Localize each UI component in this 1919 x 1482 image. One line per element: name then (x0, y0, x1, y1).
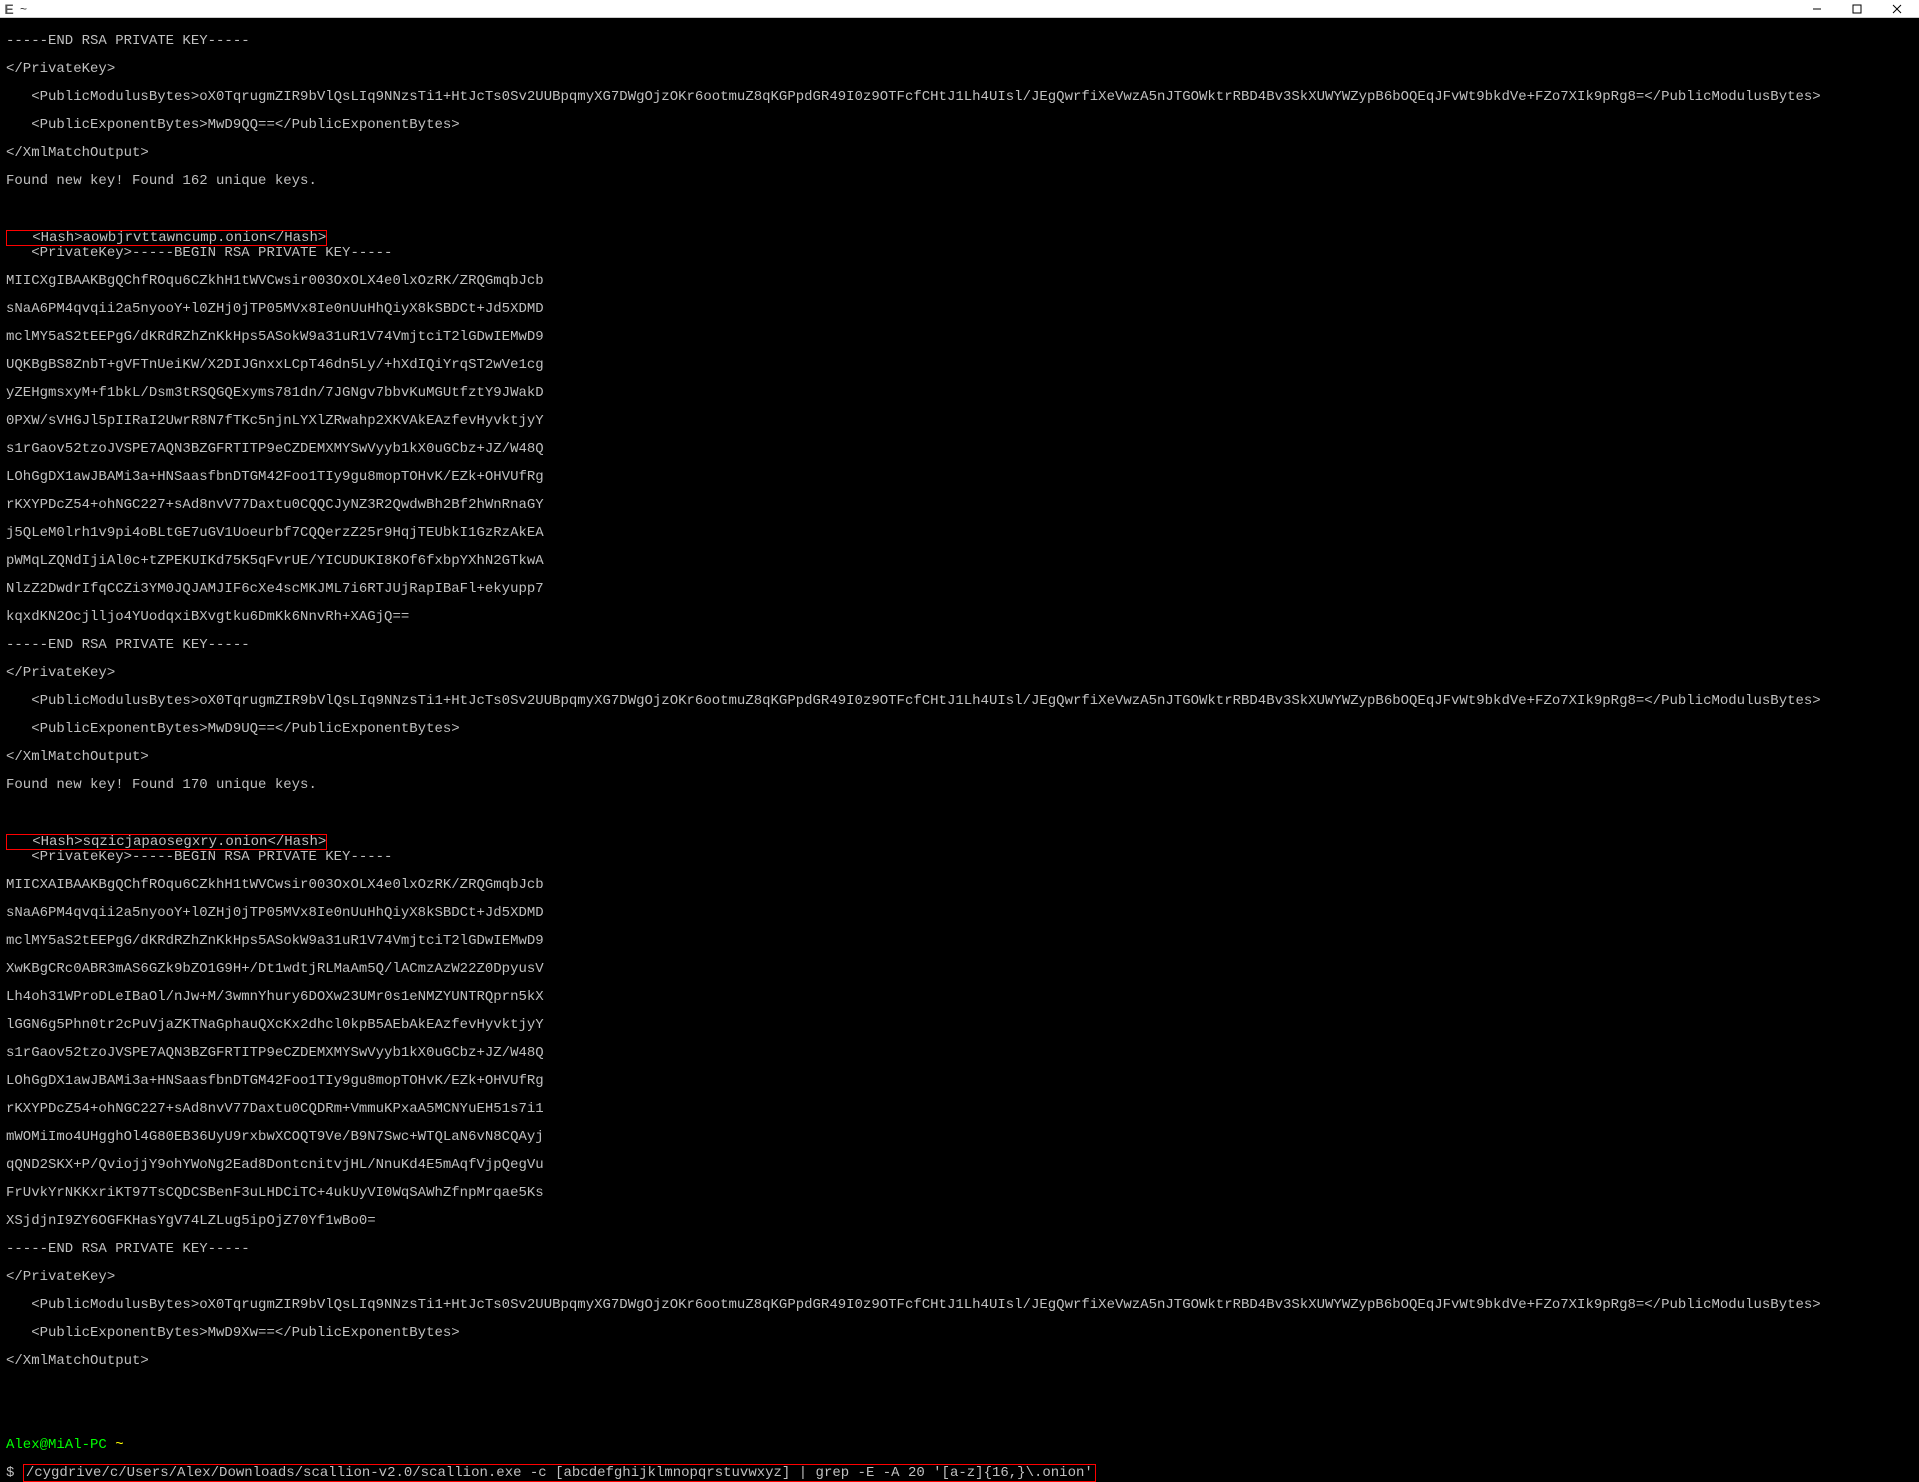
output-line: sNaA6PM4qvqii2a5nyooY+l0ZHj0jTP05MVx8Ie0… (6, 302, 1913, 316)
output-line: <PublicExponentBytes>MwD9QQ==</PublicExp… (6, 118, 1913, 132)
output-line: j5QLeM0lrh1v9pi4oBLtGE7uGV1Uoeurbf7CQQer… (6, 526, 1913, 540)
output-line: -----END RSA PRIVATE KEY----- (6, 34, 1913, 48)
output-line: XSjdjnI9ZY6OGFKHasYgV74LZLug5ipOjZ70Yf1w… (6, 1214, 1913, 1228)
onion-hash-highlight: <Hash>aowbjrvttawncump.onion</Hash> (6, 230, 327, 246)
output-line: </PrivateKey> (6, 666, 1913, 680)
output-line: rKXYPDcZ54+ohNGC227+sAd8nvV77Daxtu0CQQCJ… (6, 498, 1913, 512)
output-line: FrUvkYrNKKxriKT97TsCQDCSBenF3uLHDCiTC+4u… (6, 1186, 1913, 1200)
blank-line (6, 1410, 1913, 1424)
output-line: -----END RSA PRIVATE KEY----- (6, 1242, 1913, 1256)
prompt-user-host: Alex@MiAl-PC (6, 1437, 107, 1453)
output-line: yZEHgmsxyM+f1bkL/Dsm3tRSQGQExyms781dn/7J… (6, 386, 1913, 400)
output-line: </XmlMatchOutput> (6, 750, 1913, 764)
output-line: <PublicModulusBytes>oX0TqrugmZIR9bVlQsLI… (6, 1298, 1913, 1312)
app-icon: E (2, 2, 16, 16)
close-button[interactable] (1877, 1, 1917, 17)
output-line: Found new key! Found 170 unique keys. (6, 778, 1913, 792)
output-line: s1rGaov52tzoJVSPE7AQN3BZGFRTITP9eCZDEMXM… (6, 442, 1913, 456)
output-line: </PrivateKey> (6, 62, 1913, 76)
output-line: mclMY5aS2tEEPgG/dKRdRZhZnKkHps5ASokW9a31… (6, 934, 1913, 948)
prompt-line: Alex@MiAl-PC ~ (6, 1438, 1913, 1452)
output-line: pWMqLZQNdIjiAl0c+tZPEKUIKd75K5qFvrUE/YIC… (6, 554, 1913, 568)
output-line: mclMY5aS2tEEPgG/dKRdRZhZnKkHps5ASokW9a31… (6, 330, 1913, 344)
maximize-button[interactable] (1837, 1, 1877, 17)
command-highlight: /cygdrive/c/Users/Alex/Downloads/scallio… (23, 1464, 1096, 1482)
output-line: </XmlMatchOutput> (6, 146, 1913, 160)
output-line: mWOMiImo4UHgghOl4G80EB36UyU9rxbwXCOQT9Ve… (6, 1130, 1913, 1144)
output-line: <PublicExponentBytes>MwD9Xw==</PublicExp… (6, 1326, 1913, 1340)
window-titlebar: E ~ (0, 0, 1919, 18)
output-line: LOhGgDX1awJBAMi3a+HNSaasfbnDTGM42Foo1TIy… (6, 470, 1913, 484)
output-line: MIICXAIBAAKBgQChfROqu6CZkhH1tWVCwsir003O… (6, 878, 1913, 892)
blank-line (6, 806, 1913, 820)
blank-line (6, 202, 1913, 216)
output-line: sNaA6PM4qvqii2a5nyooY+l0ZHj0jTP05MVx8Ie0… (6, 906, 1913, 920)
output-line: XwKBgCRc0ABR3mAS6GZk9bZO1G9H+/Dt1wdtjRLM… (6, 962, 1913, 976)
output-line: MIICXgIBAAKBgQChfROqu6CZkhH1tWVCwsir003O… (6, 274, 1913, 288)
output-line: </XmlMatchOutput> (6, 1354, 1913, 1368)
output-line: <PrivateKey>-----BEGIN RSA PRIVATE KEY--… (6, 850, 1913, 864)
minimize-button[interactable] (1797, 1, 1837, 17)
output-line: kqxdKN2Ocjlljo4YUodqxiBXvgtku6DmKk6NnvRh… (6, 610, 1913, 624)
output-line: Found new key! Found 162 unique keys. (6, 174, 1913, 188)
window-controls (1797, 1, 1917, 17)
terminal-output[interactable]: -----END RSA PRIVATE KEY----- </PrivateK… (0, 18, 1919, 1482)
onion-hash-highlight: <Hash>sqzicjapaosegxry.onion</Hash> (6, 834, 327, 850)
output-line: 0PXW/sVHGJl5pIIRaI2UwrR8N7fTKc5njnLYXlZR… (6, 414, 1913, 428)
output-line: NlzZ2DwdrIfqCCZi3YM0JQJAMJIF6cXe4scMKJML… (6, 582, 1913, 596)
prompt-command-line[interactable]: $ /cygdrive/c/Users/Alex/Downloads/scall… (6, 1464, 1096, 1482)
output-line: <PublicModulusBytes>oX0TqrugmZIR9bVlQsLI… (6, 90, 1913, 104)
output-line: <PublicModulusBytes>oX0TqrugmZIR9bVlQsLI… (6, 694, 1913, 708)
output-line: rKXYPDcZ54+ohNGC227+sAd8nvV77Daxtu0CQDRm… (6, 1102, 1913, 1116)
output-line: LOhGgDX1awJBAMi3a+HNSaasfbnDTGM42Foo1TIy… (6, 1074, 1913, 1088)
output-line: lGGN6g5Phn0tr2cPuVjaZKTNaGphauQXcKx2dhcl… (6, 1018, 1913, 1032)
output-line: qQND2SKX+P/QviojjY9ohYWoNg2Ead8Dontcnitv… (6, 1158, 1913, 1172)
blank-line (6, 1382, 1913, 1396)
output-line: <PrivateKey>-----BEGIN RSA PRIVATE KEY--… (6, 246, 1913, 260)
output-line: </PrivateKey> (6, 1270, 1913, 1284)
output-line: -----END RSA PRIVATE KEY----- (6, 638, 1913, 652)
prompt-path: ~ (107, 1437, 124, 1453)
window-title: ~ (20, 2, 27, 16)
output-line: UQKBgBS8ZnbT+gVFTnUeiKW/X2DIJGnxxLCpT46d… (6, 358, 1913, 372)
output-line: Lh4oh31WProDLeIBaOl/nJw+M/3wmnYhury6DOXw… (6, 990, 1913, 1004)
output-line: <PublicExponentBytes>MwD9UQ==</PublicExp… (6, 722, 1913, 736)
prompt-dollar: $ (6, 1465, 23, 1481)
output-line: s1rGaov52tzoJVSPE7AQN3BZGFRTITP9eCZDEMXM… (6, 1046, 1913, 1060)
